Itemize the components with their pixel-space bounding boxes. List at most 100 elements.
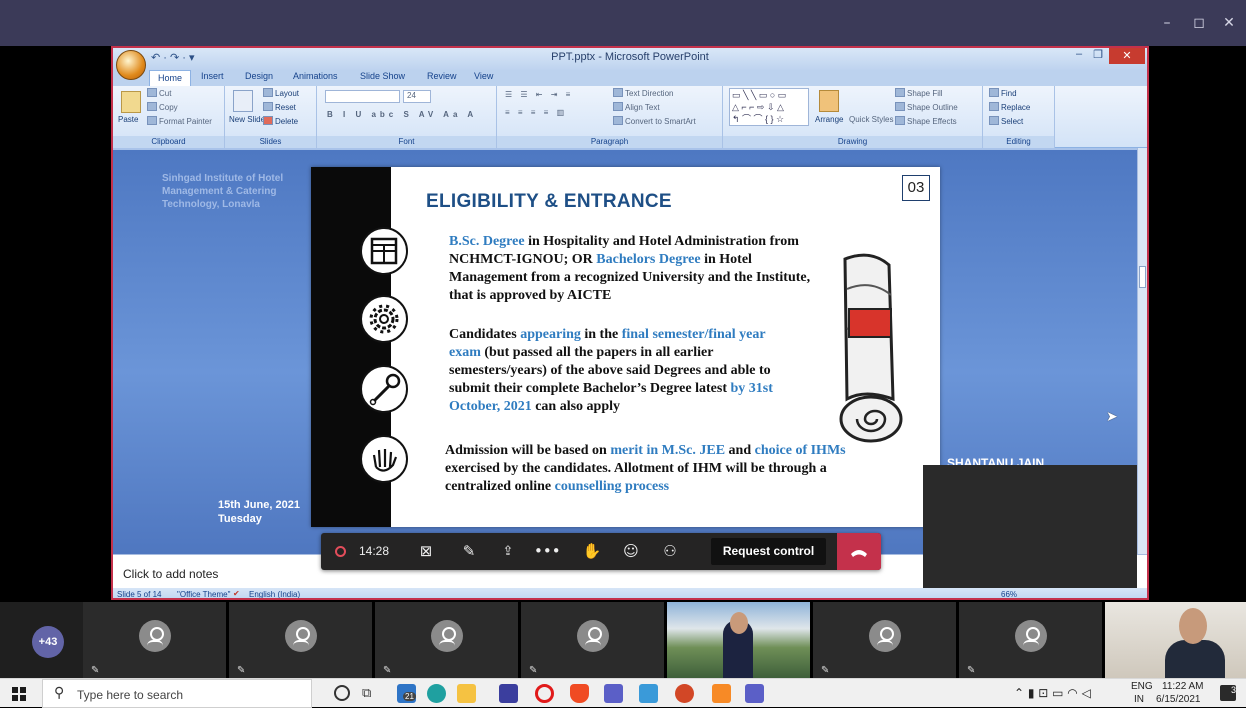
new-slide-button[interactable]: New Slide <box>229 115 265 124</box>
shape-outline-button[interactable]: Shape Outline <box>895 102 958 112</box>
shapes-gallery[interactable]: ▭ ╲ ╲ ▭ ○ ▭ △ ⌐ ⌐ ⇨ ⇩ △ ↰ ⌒ ⌒ { } ☆ <box>729 88 809 126</box>
layout-button[interactable]: Layout <box>263 88 299 98</box>
find-button[interactable]: Find <box>989 88 1017 98</box>
paste-button[interactable]: Paste <box>118 115 138 124</box>
participant-tile[interactable]: ✎ <box>813 602 956 678</box>
office-button[interactable] <box>116 50 146 80</box>
font-size-box[interactable]: 24 <box>403 90 431 103</box>
clock-time[interactable]: 11:22 AM <box>1162 681 1204 692</box>
day-line: Tuesday <box>218 513 262 525</box>
shape-fill-button[interactable]: Shape Fill <box>895 88 943 98</box>
editing-group: Find Replace Select Editing <box>983 86 1055 148</box>
phone-hangup-icon <box>851 550 867 557</box>
language[interactable]: English (India) <box>249 590 300 598</box>
participant-tile[interactable]: ✎ <box>375 602 518 678</box>
cortana-icon[interactable] <box>334 685 350 701</box>
camera-off-icon[interactable]: ⊠ <box>413 533 439 570</box>
powerpoint-icon[interactable] <box>675 684 694 703</box>
font-format-buttons[interactable]: B I U abc S AV Aa A <box>327 110 477 119</box>
convert-smartart-button[interactable]: Convert to SmartArt <box>613 116 696 126</box>
minimize-icon[interactable]: – <box>1156 12 1178 34</box>
list-buttons[interactable]: ☰ ☰ ⇤ ⇥ ≡ <box>505 90 573 99</box>
file-explorer-icon[interactable] <box>457 684 476 703</box>
vertical-scrollbar[interactable] <box>1137 148 1147 554</box>
input-language[interactable]: ENG <box>1131 681 1153 692</box>
teams-title-bar: – ◻ ✕ <box>0 0 1246 46</box>
ppt-close-icon[interactable]: ✕ <box>1109 48 1145 64</box>
scroll-thumb[interactable] <box>1139 266 1146 288</box>
quick-styles-button[interactable]: Quick Styles <box>849 115 893 124</box>
participant-video-tile[interactable] <box>667 602 810 678</box>
tab-home[interactable]: Home <box>149 70 192 86</box>
participant-tile[interactable]: ✎ <box>959 602 1102 678</box>
teams-icon[interactable] <box>604 684 623 703</box>
mic-off-icon[interactable]: ✎ <box>456 533 482 570</box>
opera-icon[interactable] <box>535 684 554 703</box>
zoom-level[interactable]: 66% <box>1001 590 1017 598</box>
delete-button[interactable]: Delete <box>263 116 298 126</box>
notification-count: 3 <box>1230 685 1236 695</box>
share-screen-icon[interactable]: ⇪ <box>495 533 521 570</box>
close-icon[interactable]: ✕ <box>1218 12 1240 34</box>
tab-slide-show[interactable]: Slide Show <box>360 71 405 81</box>
text-direction-button[interactable]: Text Direction <box>613 88 673 98</box>
participant-tile[interactable]: ✎ <box>521 602 664 678</box>
replace-button[interactable]: Replace <box>989 102 1030 112</box>
more-options-icon[interactable]: ••• <box>534 533 561 570</box>
arrange-button[interactable]: Arrange <box>815 115 843 124</box>
app-icon[interactable] <box>499 684 518 703</box>
edge-icon[interactable] <box>427 684 446 703</box>
notification-icon[interactable]: 3 <box>1220 685 1236 701</box>
tab-animations[interactable]: Animations <box>293 71 338 81</box>
task-view-icon[interactable]: ⧉ <box>362 686 371 701</box>
maximize-icon[interactable]: ◻ <box>1188 12 1210 34</box>
font-group-label: Font <box>317 136 496 148</box>
quick-access-toolbar[interactable]: ↶ · ↷ · ▾ <box>151 51 195 64</box>
new-slide-icon[interactable] <box>233 90 253 112</box>
self-video-face <box>1179 608 1207 644</box>
outlook-icon[interactable] <box>639 684 658 703</box>
font-name-box[interactable] <box>325 90 400 103</box>
raise-hand-icon[interactable]: ✋ <box>579 533 605 570</box>
mic-muted-icon: ✎ <box>237 665 246 676</box>
overflow-participant-count[interactable]: +43 <box>32 626 64 658</box>
highlighted-text: appearing <box>520 327 581 342</box>
tab-view[interactable]: View <box>474 71 493 81</box>
brave-icon[interactable] <box>570 684 589 703</box>
align-buttons[interactable]: ≡ ≡ ≡ ≡ ▥ <box>505 108 567 117</box>
cut-button[interactable]: Cut <box>147 88 171 98</box>
app-q-icon[interactable] <box>712 684 731 703</box>
teams-classic-icon[interactable] <box>745 684 764 703</box>
paragraph-text: can also apply <box>531 399 621 414</box>
avatar <box>285 620 317 652</box>
shape-effects-button[interactable]: Shape Effects <box>895 116 957 126</box>
store-icon[interactable]: 21 <box>397 684 416 703</box>
copy-button[interactable]: Copy <box>147 102 178 112</box>
spellcheck-icon[interactable]: ✔ <box>233 589 240 598</box>
align-text-button[interactable]: Align Text <box>613 102 660 112</box>
participant-tile[interactable]: ✎ <box>83 602 226 678</box>
participant-video-face <box>730 612 748 634</box>
tab-review[interactable]: Review <box>427 71 457 81</box>
hang-up-button[interactable] <box>837 533 881 570</box>
format-painter-button[interactable]: Format Painter <box>147 116 212 126</box>
select-button[interactable]: Select <box>989 116 1023 126</box>
ppt-restore-icon[interactable]: ❐ <box>1089 48 1107 64</box>
ppt-minimize-icon[interactable]: – <box>1069 48 1089 64</box>
mic-muted-icon: ✎ <box>383 665 392 676</box>
participants-icon[interactable]: ⚇ <box>657 533 683 570</box>
taskbar-search[interactable]: ⚲ Type here to search <box>42 679 312 708</box>
chat-icon[interactable]: ☺ <box>618 533 644 570</box>
reset-button[interactable]: Reset <box>263 102 296 112</box>
tab-insert[interactable]: Insert <box>201 71 224 81</box>
participant-tile[interactable]: ✎ <box>229 602 372 678</box>
request-control-button[interactable]: Request control <box>711 538 826 565</box>
tab-design[interactable]: Design <box>245 71 273 81</box>
clipboard-group: Paste Cut Copy Format Painter Clipboard <box>113 86 225 148</box>
input-region[interactable]: IN <box>1134 694 1144 705</box>
windows-start-icon[interactable] <box>12 687 26 701</box>
clock-date[interactable]: 6/15/2021 <box>1156 694 1201 705</box>
tray-icons[interactable]: ⌃ ▮ ⊡ ▭ ◠ ◁ <box>1014 686 1091 700</box>
paste-icon[interactable] <box>121 91 141 113</box>
arrange-icon[interactable] <box>819 90 839 112</box>
